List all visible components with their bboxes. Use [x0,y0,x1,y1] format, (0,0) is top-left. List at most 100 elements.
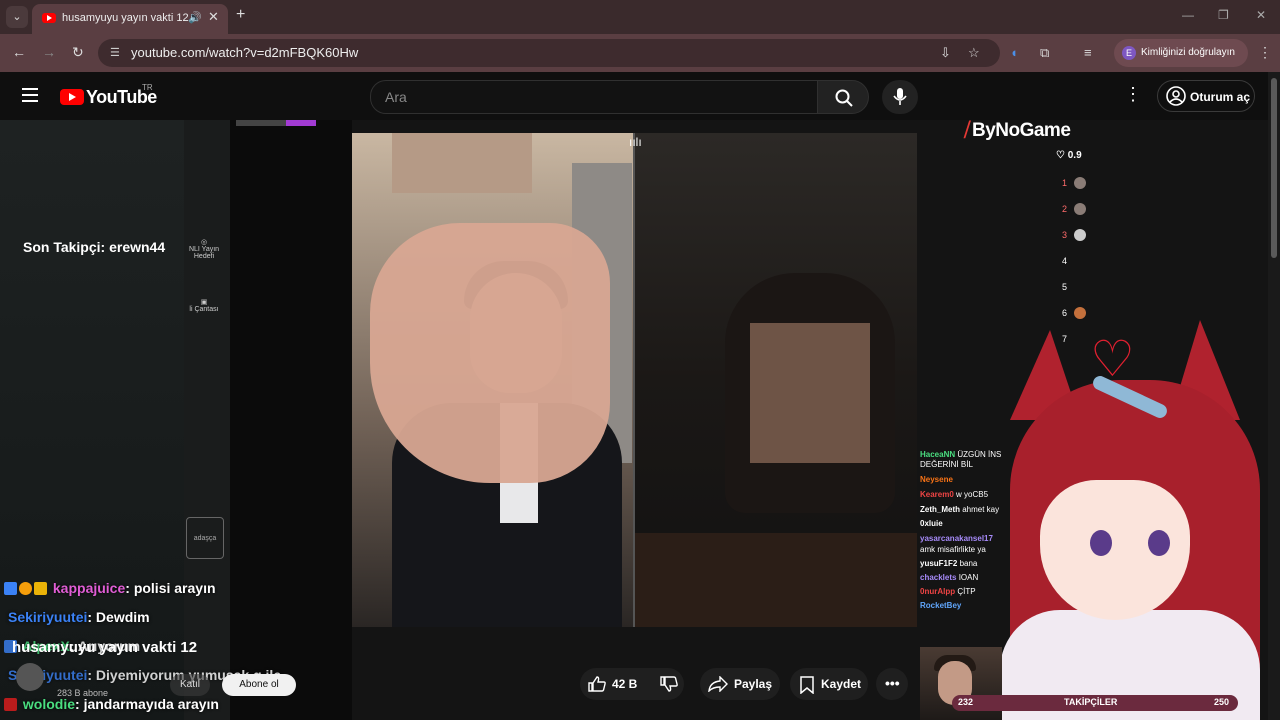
close-tab-icon[interactable]: ✕ [208,9,219,25]
window-close-icon[interactable]: ✕ [1256,8,1266,22]
join-button[interactable]: Katıl [170,674,210,696]
rank-number: 3 [1062,230,1068,240]
stream-side-menu [184,120,230,720]
bynogame-logo: ⧸ ByNoGame [964,120,1071,142]
chat-user: chacklets [920,573,957,582]
chat-badge-icon [4,582,17,595]
lamp-shape [392,133,532,193]
viewer-count: ♡ 0.9 [1056,150,1082,161]
right-chat-line: yusuF1F2 bana [920,559,977,568]
chat-user: Neysene [920,475,953,484]
rank-number: 4 [1062,256,1068,266]
stream-sidebar-box: adaşça [186,517,224,559]
voice-search-button[interactable] [882,80,918,114]
save-button[interactable]: Kaydet [790,668,868,700]
chat-user: kappajuice [52,580,126,596]
followers-goal: 250 [1214,697,1230,707]
right-chat-line: amk misafirlikte ya [920,545,986,554]
country-code: TR [142,83,153,92]
audio-wave-icon: ıılı [629,135,642,149]
like-dislike-group: 42 B [580,668,684,700]
channel-avatar[interactable] [16,663,44,691]
new-tab-button[interactable]: + [236,6,245,24]
maximize-icon[interactable]: ❐ [1218,8,1229,22]
forward-icon[interactable]: → [42,44,56,60]
search-input[interactable]: Ara [370,80,818,114]
url-text: youtube.com/watch?v=d2mFBQK60Hw [131,45,359,60]
tab-search-button[interactable]: ⌄ [6,6,28,28]
chat-user: yasarcanakansel17 [920,534,993,543]
youtube-header: YouTube TR Ara ⋮ Oturum aç [0,72,1280,120]
hamburger-menu-icon[interactable] [22,88,38,102]
address-bar[interactable]: ☰ youtube.com/watch?v=d2mFBQK60Hw ⇩ ☆ [98,39,1000,67]
browser-tab[interactable]: husamyuyu yayın vakti 12 🔊 ✕ [32,4,228,34]
profile-verify-button[interactable]: E Kimliğinizi doğrulayın [1114,39,1248,67]
like-icon[interactable] [588,676,606,692]
browser-menu-icon[interactable]: ⋮ [1258,44,1272,61]
eye-left [1090,530,1112,556]
stream-bag-label: li Çantası [189,306,219,313]
chat-msg: ahmet kay [960,505,1000,514]
profile-avatar: E [1122,46,1136,60]
chat-user: 0nurAlpp [920,587,956,596]
last-follower-text: Son Takipçi: erewn44 [23,239,166,255]
stream-goal-item: ◎ NLI Yayın Hedefi [188,239,220,260]
youtube-favicon-icon [42,13,56,23]
search-button[interactable] [817,80,869,114]
chat-msg: : polisi arayın [125,580,216,596]
chat-line: Sekiriyuutei: Dewdim [8,609,150,625]
extensions-puzzle-icon[interactable]: ⧉ [1040,45,1049,61]
right-chat-line: DEĞERİNİ BİL [920,460,973,469]
chat-msg: : jandarmayıda arayın [75,696,219,712]
webcam-right [635,133,917,627]
chat-msg: ÇİTP [955,587,976,596]
more-horizontal-icon: ••• [885,675,900,691]
subscribe-button[interactable]: Abone ol [222,674,296,696]
bynogame-mark-icon: ⧸ [964,120,970,141]
more-options-icon[interactable]: ⋮ [1124,84,1142,105]
followers-goal-bar: 232 TAKİPÇİLER 250 [952,695,1238,711]
video-title[interactable]: husamyuyu yayın vakti 12 [12,639,197,656]
rank-number: 5 [1062,282,1068,292]
chat-msg: w yoCB5 [953,490,989,499]
share-button[interactable]: Paylaş [700,668,780,700]
scrollbar-thumb[interactable] [1271,78,1277,258]
video-player[interactable]: ◎ NLI Yayın Hedefi ▣ li Çantası adaşça Son… [0,120,1268,720]
blurred-face-shape [750,323,870,463]
page-scrollbar[interactable] [1268,72,1280,720]
right-chat-line: 0xluie [920,519,943,528]
verify-label: Kimliğinizi doğrulayın [1141,47,1235,58]
signin-button[interactable]: Oturum aç [1157,80,1255,112]
media-controls-icon[interactable]: ≡ [1084,45,1092,60]
right-chat-line: chacklets IOAN [920,573,978,582]
right-chat-line: yasarcanakansel17 [920,534,993,543]
bynogame-brand: ByNoGame [971,120,1071,141]
bookmark-star-icon[interactable]: ☆ [968,45,980,61]
browser-tab-strip: ⌄ husamyuyu yayın vakti 12 🔊 ✕ + — ❐ ✕ [0,0,1280,34]
site-info-icon[interactable]: ☰ [110,46,120,59]
rank-avatar [1074,203,1086,215]
right-chat-line: Neysene [920,475,953,484]
share-label: Paylaş [734,677,773,691]
minimize-icon[interactable]: — [1182,8,1194,22]
more-actions-button[interactable]: ••• [876,668,908,700]
install-app-icon[interactable]: ⇩ [940,45,951,61]
share-icon [708,676,728,692]
chat-badge-icon [19,582,32,595]
chat-badge-icon [4,698,17,711]
speaker-icon[interactable]: 🔊 [188,11,202,24]
dislike-icon[interactable] [660,676,678,692]
chat-msg: bana [957,559,978,568]
reload-icon[interactable]: ↻ [72,44,84,61]
save-label: Kaydet [821,677,862,691]
rank-number: 2 [1062,204,1068,214]
rank-avatar [1074,307,1086,319]
right-chat-line: 0nurAlpp ÇİTP [920,587,976,596]
extension-icon[interactable]: ◖ [1010,45,1018,60]
like-count: 42 B [612,677,638,691]
right-chat-line: Zeth_Meth ahmet kay [920,505,999,514]
followers-current: 232 [958,697,974,707]
back-icon[interactable]: ← [12,44,26,60]
stream-dark-area [230,120,352,720]
chat-msg: IOAN [956,573,979,582]
